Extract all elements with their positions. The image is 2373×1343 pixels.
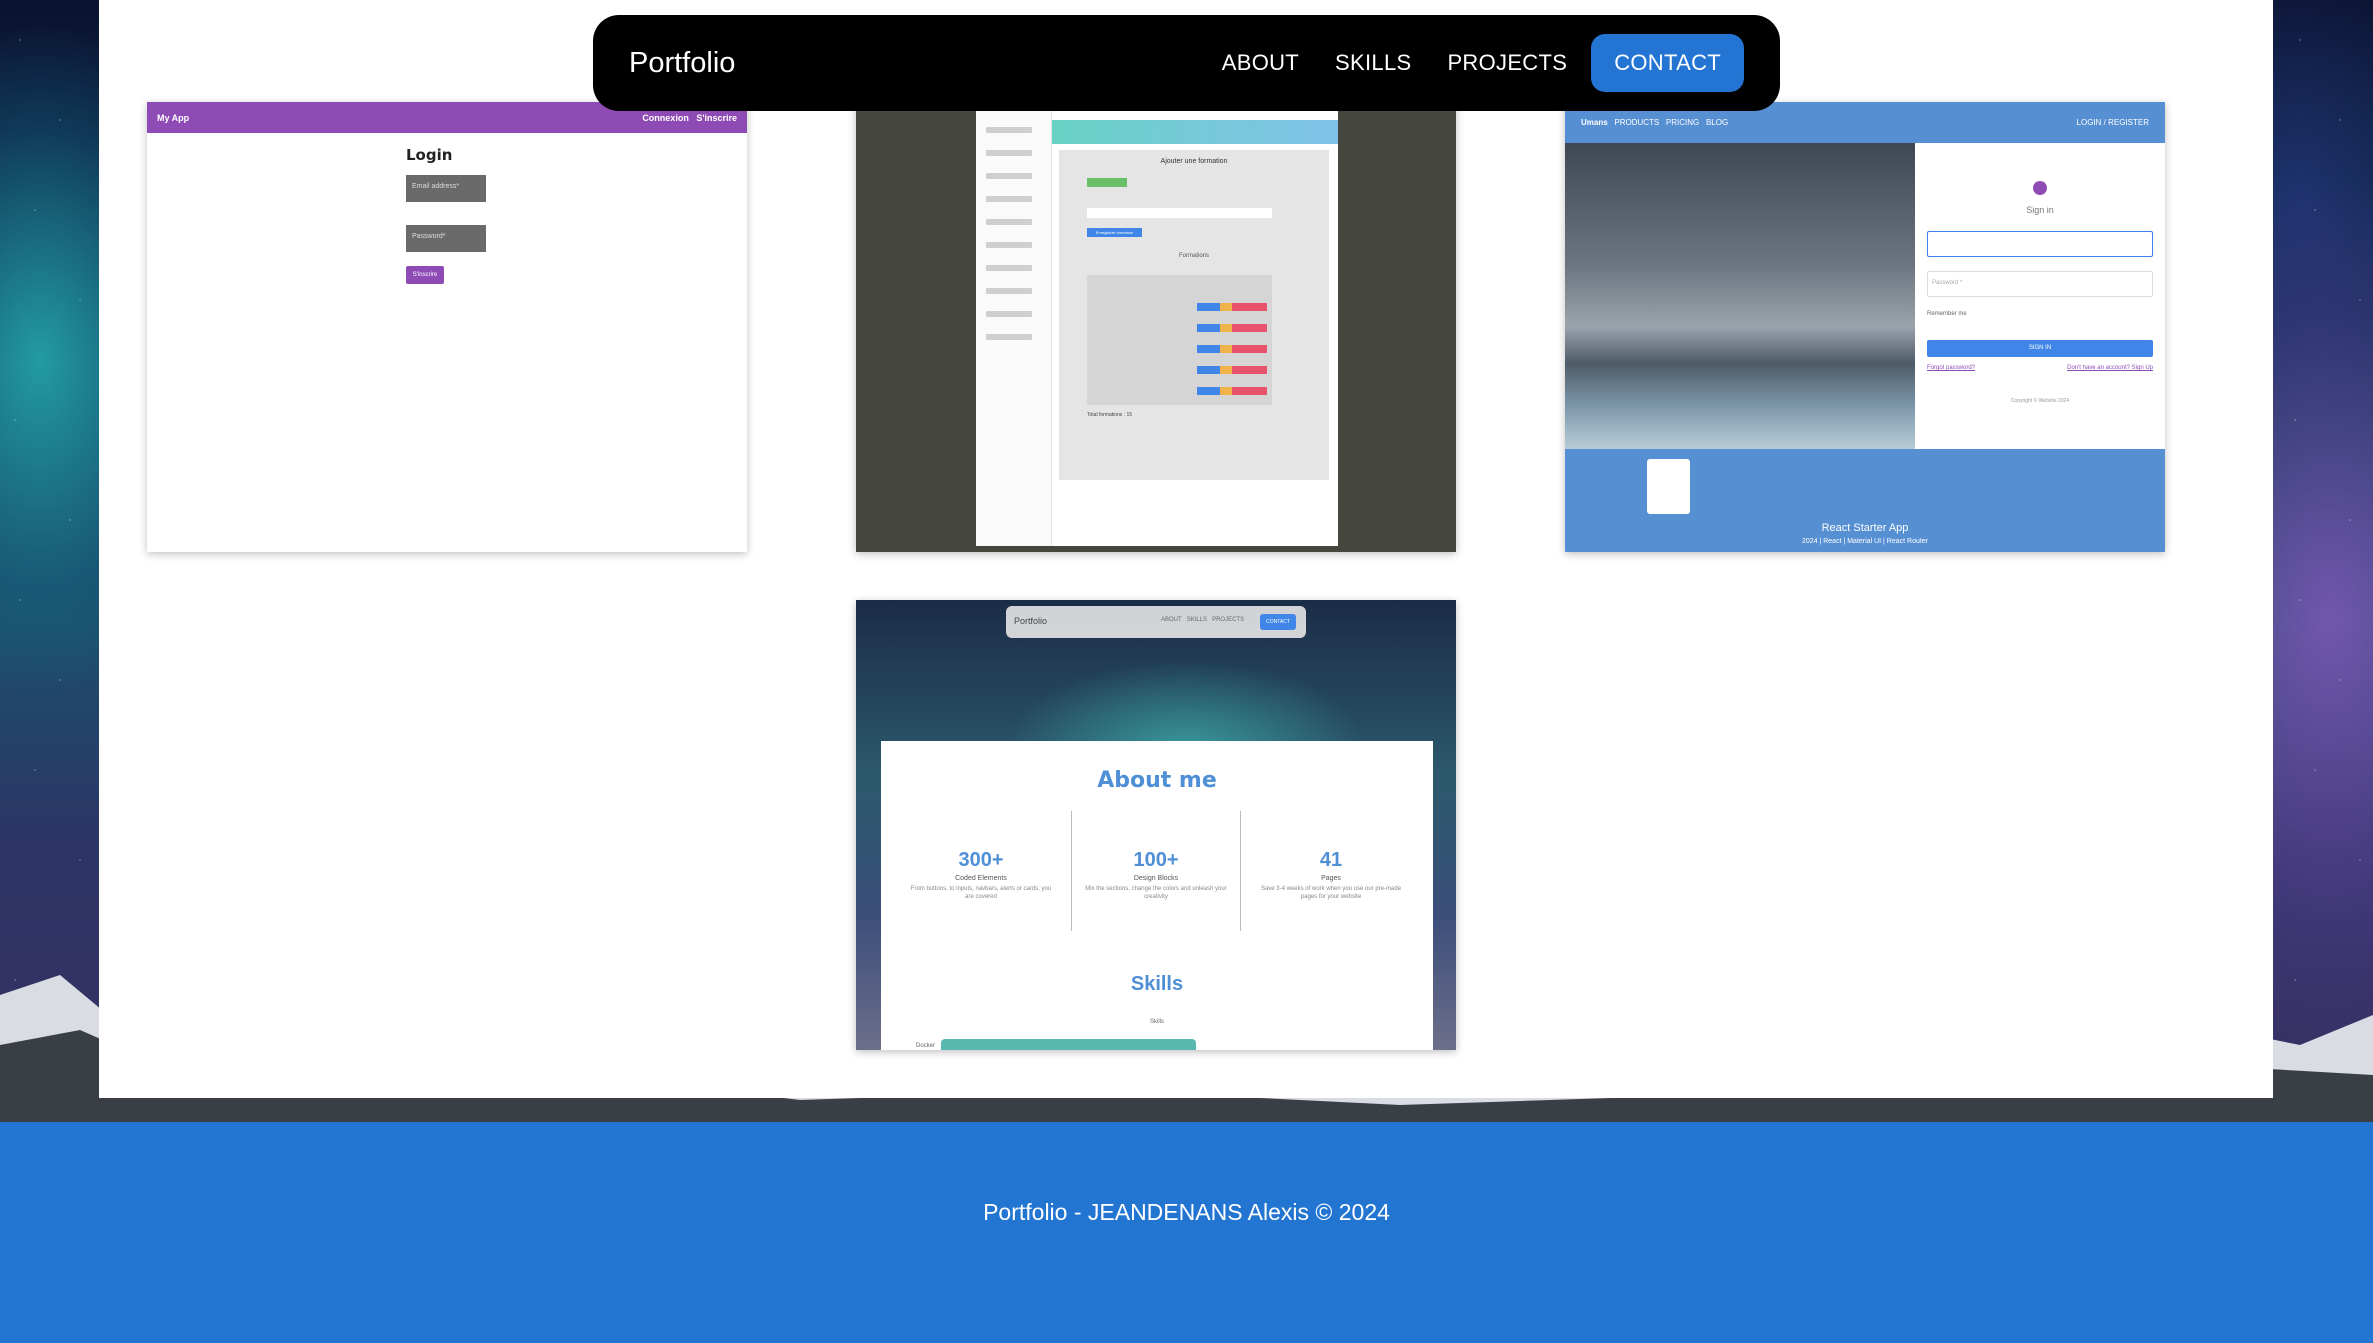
thumb-password-field: Password* — [406, 225, 486, 252]
thumb-signup-link: Don't have an account? Sign Up — [2067, 365, 2153, 371]
thumb-table — [1087, 275, 1272, 405]
thumb-signin-form: Sign in Password * Remember me SIGN IN F… — [1915, 143, 2165, 449]
nav-link-about[interactable]: ABOUT — [1210, 34, 1311, 92]
thumb-stat-label: Coded Elements — [955, 875, 1007, 882]
thumb-nav-login: Connexion — [642, 112, 689, 123]
thumb-mini-link-about: ABOUT — [1161, 617, 1182, 623]
nav-links: ABOUT SKILLS PROJECTS CONTACT — [1210, 34, 1744, 92]
thumb-stat-label: Design Blocks — [1133, 875, 1179, 882]
thumb-form-heading: Ajouter une formation — [1160, 158, 1228, 165]
thumb-stat-design-blocks: 100+ Design Blocks Mix the sections, cha… — [1071, 811, 1241, 931]
thumb-footer: React Starter App 2024 | React | Materia… — [1565, 449, 2165, 552]
thumb-mini-link-projects: PROJECTS — [1212, 617, 1245, 623]
thumb-table-row — [1197, 303, 1267, 311]
project-thumbnail-react-starter-app[interactable]: Umans PRODUCTS PRICING BLOG LOGIN / REGI… — [1565, 102, 2165, 552]
thumb-about-heading: About me — [1097, 768, 1217, 793]
lock-icon — [2033, 181, 2047, 195]
thumb-nav-register: S'inscrire — [696, 112, 737, 123]
thumb-skills-legend: Skills — [1149, 1019, 1164, 1025]
thumb-stat-label: Pages — [1321, 875, 1341, 882]
thumb-green-button — [1087, 178, 1127, 187]
thumb-footer-subtitle: 2024 | React | Material UI | React Route… — [1801, 538, 1929, 545]
thumb-brand-name: Umans — [1581, 118, 1608, 127]
thumb-login-heading: Login — [406, 146, 453, 164]
thumb-total-label: Total formations : 15 — [1087, 412, 1133, 418]
thumb-brand: Umans PRODUCTS PRICING BLOG — [1581, 118, 1728, 127]
thumb-stat-text: Mix the sections, change the colors and … — [1085, 886, 1227, 901]
thumb-register-button: S'inscrire — [406, 266, 444, 284]
thumb-logo — [1647, 459, 1690, 514]
thumb-admin-screen: Ajouter une formation Enregistrer format… — [976, 110, 1338, 546]
thumb-mini-links: ABOUT SKILLS PROJECTS — [1161, 617, 1244, 623]
top-navbar: Portfolio ABOUT SKILLS PROJECTS CONTACT — [593, 15, 1780, 111]
thumb-stat-value: 100+ — [1133, 849, 1179, 871]
thumb-section-title: Formations — [1178, 253, 1209, 259]
thumb-iceberg-photo — [1565, 143, 1915, 449]
project-thumbnail-login-app[interactable]: My App Connexion S'inscrire Login Email … — [147, 102, 747, 552]
thumb-about-section: About me 300+ Coded Elements From button… — [881, 741, 1433, 1050]
footer-copyright: Portfolio - JEANDENANS Alexis © 2024 — [983, 1199, 1390, 1225]
thumb-email-field — [1927, 231, 2153, 257]
thumb-table-row — [1197, 345, 1267, 353]
thumb-sidebar — [976, 110, 1052, 546]
thumb-skills-heading: Skills — [1130, 973, 1184, 995]
thumb-app-title: My App — [157, 112, 190, 123]
thumb-skill-label: Docker — [916, 1043, 936, 1049]
thumb-name-input — [1087, 208, 1272, 218]
brand-logo[interactable]: Portfolio — [629, 47, 735, 80]
thumb-stat-value: 41 — [1319, 849, 1343, 871]
thumb-stat-coded-elements: 300+ Coded Elements From buttons, to inp… — [896, 811, 1066, 931]
thumb-table-row — [1197, 324, 1267, 332]
nav-link-contact[interactable]: CONTACT — [1591, 34, 1744, 92]
project-thumbnail-portfolio[interactable]: Portfolio ABOUT SKILLS PROJECTS CONTACT … — [856, 600, 1456, 1050]
thumb-nav-items: Connexion S'inscrire — [642, 113, 737, 123]
thumb-nav-register: REGISTER — [2108, 118, 2149, 127]
thumb-footer-title: React Starter App — [1821, 522, 1909, 534]
thumb-table-row — [1197, 387, 1267, 395]
thumb-remember-label: Remember me — [1927, 311, 1967, 317]
thumb-save-button: Enregistrer formation — [1087, 228, 1142, 237]
thumb-nav-products: PRODUCTS — [1614, 118, 1660, 127]
thumb-table-row — [1197, 366, 1267, 374]
thumb-copyright: Copyright © Website 2024 — [2010, 398, 2070, 404]
thumb-stat-text: Save 3-4 weeks of work when you use our … — [1260, 886, 1402, 901]
thumb-password-field: Password * — [1927, 271, 2153, 297]
thumb-nav-blog: BLOG — [1705, 118, 1729, 127]
nav-link-projects[interactable]: PROJECTS — [1435, 34, 1579, 92]
thumb-stat-value: 300+ — [958, 849, 1004, 871]
thumb-stat-text: From buttons, to inputs, navbars, alerts… — [910, 886, 1052, 901]
thumb-mini-contact: CONTACT — [1260, 614, 1296, 630]
project-thumbnail-formations-admin[interactable]: Ajouter une formation Enregistrer format… — [856, 102, 1456, 552]
thumb-nav-pricing: PRICING — [1665, 118, 1700, 127]
nav-link-skills[interactable]: SKILLS — [1323, 34, 1423, 92]
thumb-stat-pages: 41 Pages Save 3-4 weeks of work when you… — [1246, 811, 1416, 931]
thumb-forgot-link: Forgot password? — [1927, 365, 1976, 371]
thumb-form-card: Ajouter une formation Enregistrer format… — [1059, 150, 1329, 480]
thumb-signin-button: SIGN IN — [1927, 340, 2153, 357]
thumb-signin-title: Sign in — [2026, 205, 2054, 215]
thumb-nav-login: LOGIN — [2076, 118, 2102, 127]
thumb-auth-links: LOGIN / REGISTER — [2076, 118, 2149, 127]
thumb-skill-bar — [941, 1039, 1196, 1050]
thumb-mini-navbar: Portfolio ABOUT SKILLS PROJECTS CONTACT — [1006, 606, 1306, 638]
thumb-mini-brand: Portfolio — [1014, 616, 1048, 626]
thumb-email-field: Email address* — [406, 175, 486, 202]
thumb-topbar — [1052, 120, 1338, 144]
page-footer: Portfolio - JEANDENANS Alexis © 2024 — [0, 1122, 2373, 1343]
thumb-mini-link-skills: SKILLS — [1186, 617, 1208, 623]
